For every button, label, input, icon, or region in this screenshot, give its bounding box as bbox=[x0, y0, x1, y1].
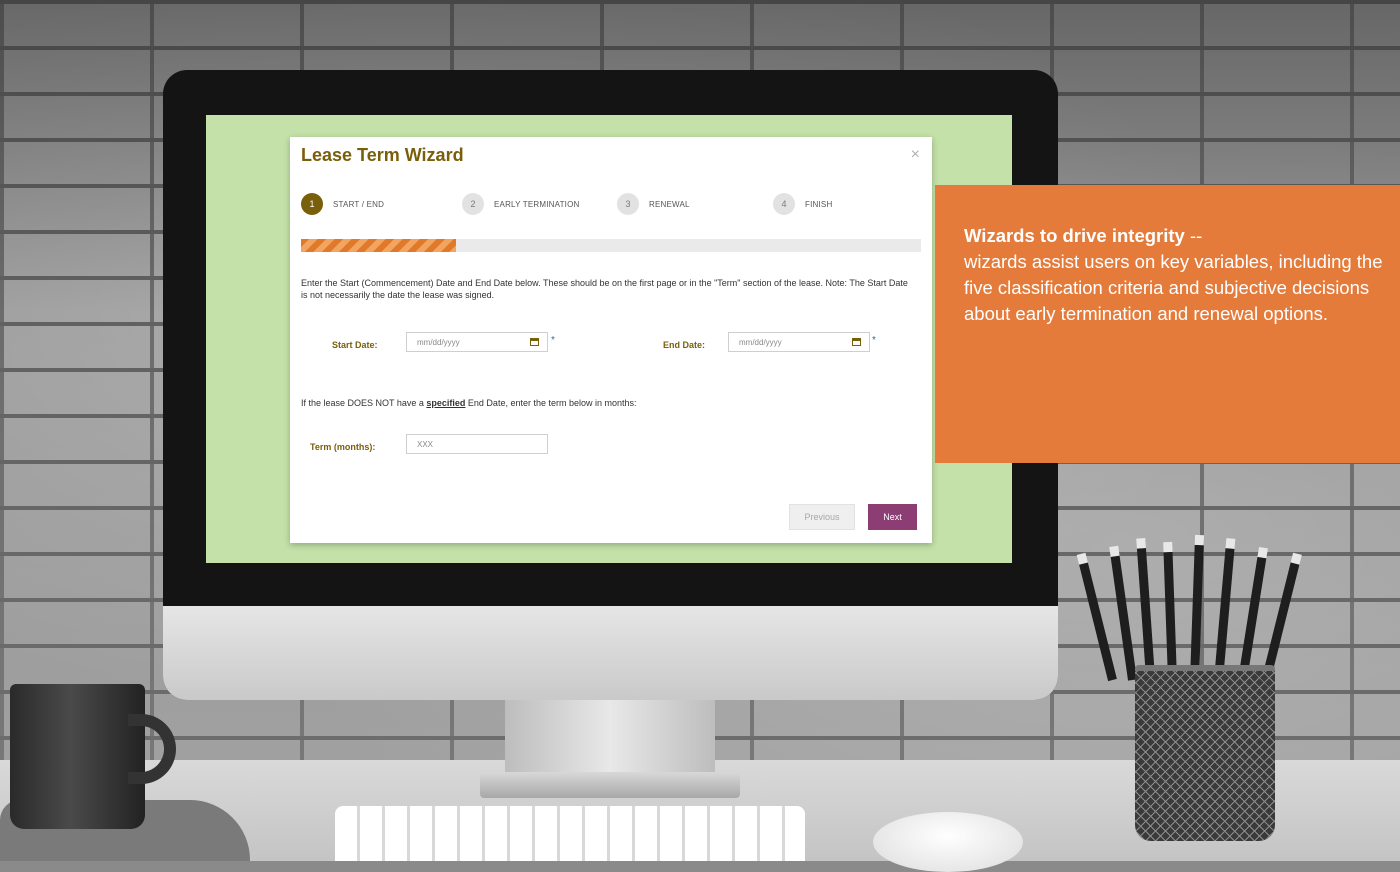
term-months-label: Term (months): bbox=[310, 442, 376, 452]
callout-heading: Wizards to drive integrity bbox=[964, 225, 1185, 246]
step-label: RENEWAL bbox=[649, 199, 690, 209]
feature-callout: Wizards to drive integrity -- wizards as… bbox=[935, 185, 1400, 463]
monitor-screen: Lease Term Wizard × 1 START / END 2 EARL… bbox=[206, 115, 1012, 563]
term-note-prefix: If the lease DOES NOT have a bbox=[301, 398, 427, 408]
monitor-stand-base bbox=[480, 772, 740, 798]
step-number: 4 bbox=[773, 193, 795, 215]
step-label: FINISH bbox=[805, 199, 833, 209]
step-label: START / END bbox=[333, 199, 385, 209]
end-date-placeholder: mm/dd/yyyy bbox=[739, 337, 782, 347]
step-number: 3 bbox=[617, 193, 639, 215]
term-instructions: If the lease DOES NOT have a specified E… bbox=[301, 398, 637, 408]
end-date-input[interactable]: mm/dd/yyyy bbox=[728, 332, 870, 352]
monitor-chin bbox=[163, 606, 1058, 700]
keyboard bbox=[335, 806, 805, 861]
coffee-mug bbox=[10, 684, 145, 829]
wizard-progress-bar bbox=[301, 239, 921, 252]
term-months-input[interactable]: XXX bbox=[406, 434, 548, 454]
monitor-stand bbox=[505, 700, 715, 780]
instructions-text: Enter the Start (Commencement) Date and … bbox=[301, 278, 908, 300]
start-date-label: Start Date: bbox=[332, 340, 378, 350]
lease-term-wizard-dialog: Lease Term Wizard × 1 START / END 2 EARL… bbox=[290, 137, 932, 543]
step-label: EARLY TERMINATION bbox=[494, 199, 580, 209]
close-icon[interactable]: × bbox=[911, 146, 920, 164]
mouse bbox=[873, 812, 1023, 872]
start-date-placeholder: mm/dd/yyyy bbox=[417, 337, 460, 347]
term-placeholder: XXX bbox=[417, 439, 434, 449]
required-indicator: * bbox=[872, 335, 876, 346]
term-note-emphasis: specified bbox=[426, 398, 466, 408]
step-number: 2 bbox=[462, 193, 484, 215]
pencil-cup bbox=[1135, 665, 1275, 841]
callout-text: Wizards to drive integrity -- wizards as… bbox=[964, 223, 1384, 327]
calendar-icon[interactable] bbox=[852, 338, 861, 346]
required-indicator: * bbox=[551, 335, 555, 346]
next-button[interactable]: Next bbox=[868, 504, 917, 530]
dialog-title: Lease Term Wizard bbox=[301, 145, 464, 165]
wizard-step-early-termination[interactable]: 2 EARLY TERMINATION bbox=[462, 193, 580, 215]
wizard-step-finish[interactable]: 4 FINISH bbox=[773, 193, 832, 215]
end-date-label: End Date: bbox=[663, 340, 706, 350]
start-date-input[interactable]: mm/dd/yyyy bbox=[406, 332, 548, 352]
calendar-icon[interactable] bbox=[530, 338, 539, 346]
callout-body: wizards assist users on key variables, i… bbox=[964, 251, 1383, 324]
progress-fill bbox=[301, 239, 456, 252]
wizard-step-renewal[interactable]: 3 RENEWAL bbox=[617, 193, 690, 215]
term-note-suffix: End Date, enter the term below in months… bbox=[465, 398, 637, 408]
wizard-step-start-end[interactable]: 1 START / END bbox=[301, 193, 384, 215]
previous-button[interactable]: Previous bbox=[789, 504, 855, 530]
step-number: 1 bbox=[301, 193, 323, 215]
callout-separator: -- bbox=[1184, 225, 1203, 246]
